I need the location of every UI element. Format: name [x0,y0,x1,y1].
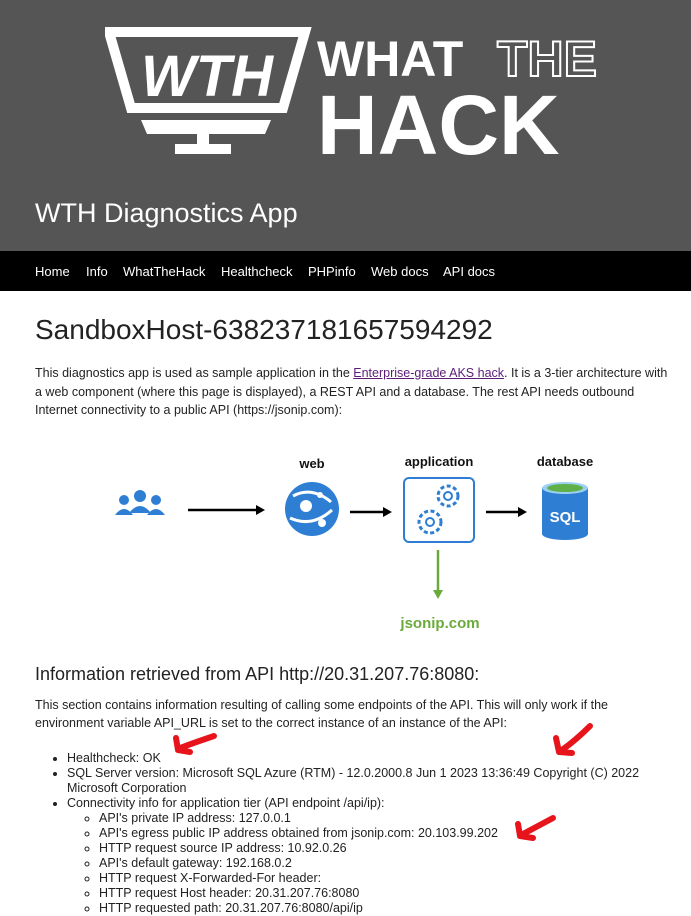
page-title: SandboxHost-638237181657594292 [35,314,493,345]
app-title: WTH Diagnostics App [35,198,298,228]
list-item: HTTP request source IP address: 10.92.0.… [99,841,687,856]
intro-paragraph: This diagnostics app is used as sample a… [35,364,675,420]
list-item: API's default gateway: 192.168.0.2 [99,856,687,871]
nav-web-docs[interactable]: Web docs [371,264,429,279]
logo-badge-text: WTH [141,44,274,109]
database-label: database [537,454,593,469]
red-arrow-annotation [553,723,593,756]
sql-database-icon: SQL [542,482,588,540]
list-item: HTTP request X-Forwarded-For header: [99,871,687,886]
api-info-list: Healthcheck: OK SQL Server version: Micr… [35,751,687,916]
list-item: API's private IP address: 127.0.0.1 [99,811,687,826]
red-arrow-annotation [515,815,556,841]
web-label: web [298,456,324,471]
nav-info[interactable]: Info [86,264,108,279]
nav-whatthehack[interactable]: WhatTheHack [123,264,205,279]
list-item: API's egress public IP address obtained … [99,826,687,841]
web-app-icon [285,482,339,536]
nav-home[interactable]: Home [35,264,70,279]
nav-phpinfo[interactable]: PHPinfo [308,264,356,279]
logo-hack-text: HACK [317,78,560,160]
jsonip-label: jsonip.com [399,615,479,632]
red-arrow-annotation [173,733,217,755]
nav-bar: Home Info WhatTheHack Healthcheck PHPinf… [0,251,691,291]
what-the-hack-logo: WTH WHAT THE HACK [105,27,598,160]
connectivity-item: Connectivity info for application tier (… [67,796,687,916]
application-gears-icon [403,477,475,543]
sql-label: SQL [550,509,581,526]
connectivity-label: Connectivity info for application tier (… [67,796,385,810]
intro-text-before: This diagnostics app is used as sample a… [35,366,354,380]
connectivity-sublist: API's private IP address: 127.0.0.1 API'… [67,811,687,916]
header-banner: WTH WHAT THE HACK WTH Diagnostics App [0,0,691,251]
api-section-heading: Information retrieved from API http://20… [35,664,480,684]
nav-api-docs[interactable]: API docs [443,264,495,279]
sql-version-item: SQL Server version: Microsoft SQL Azure … [67,766,687,796]
nav-healthcheck[interactable]: Healthcheck [221,264,293,279]
architecture-diagram: web application database SQL jsonip.com [115,454,593,632]
list-item: HTTP request Host header: 20.31.207.76:8… [99,886,687,901]
users-icon [115,490,165,515]
aks-hack-link[interactable]: Enterprise-grade AKS hack [353,366,504,380]
application-label: application [405,454,474,469]
